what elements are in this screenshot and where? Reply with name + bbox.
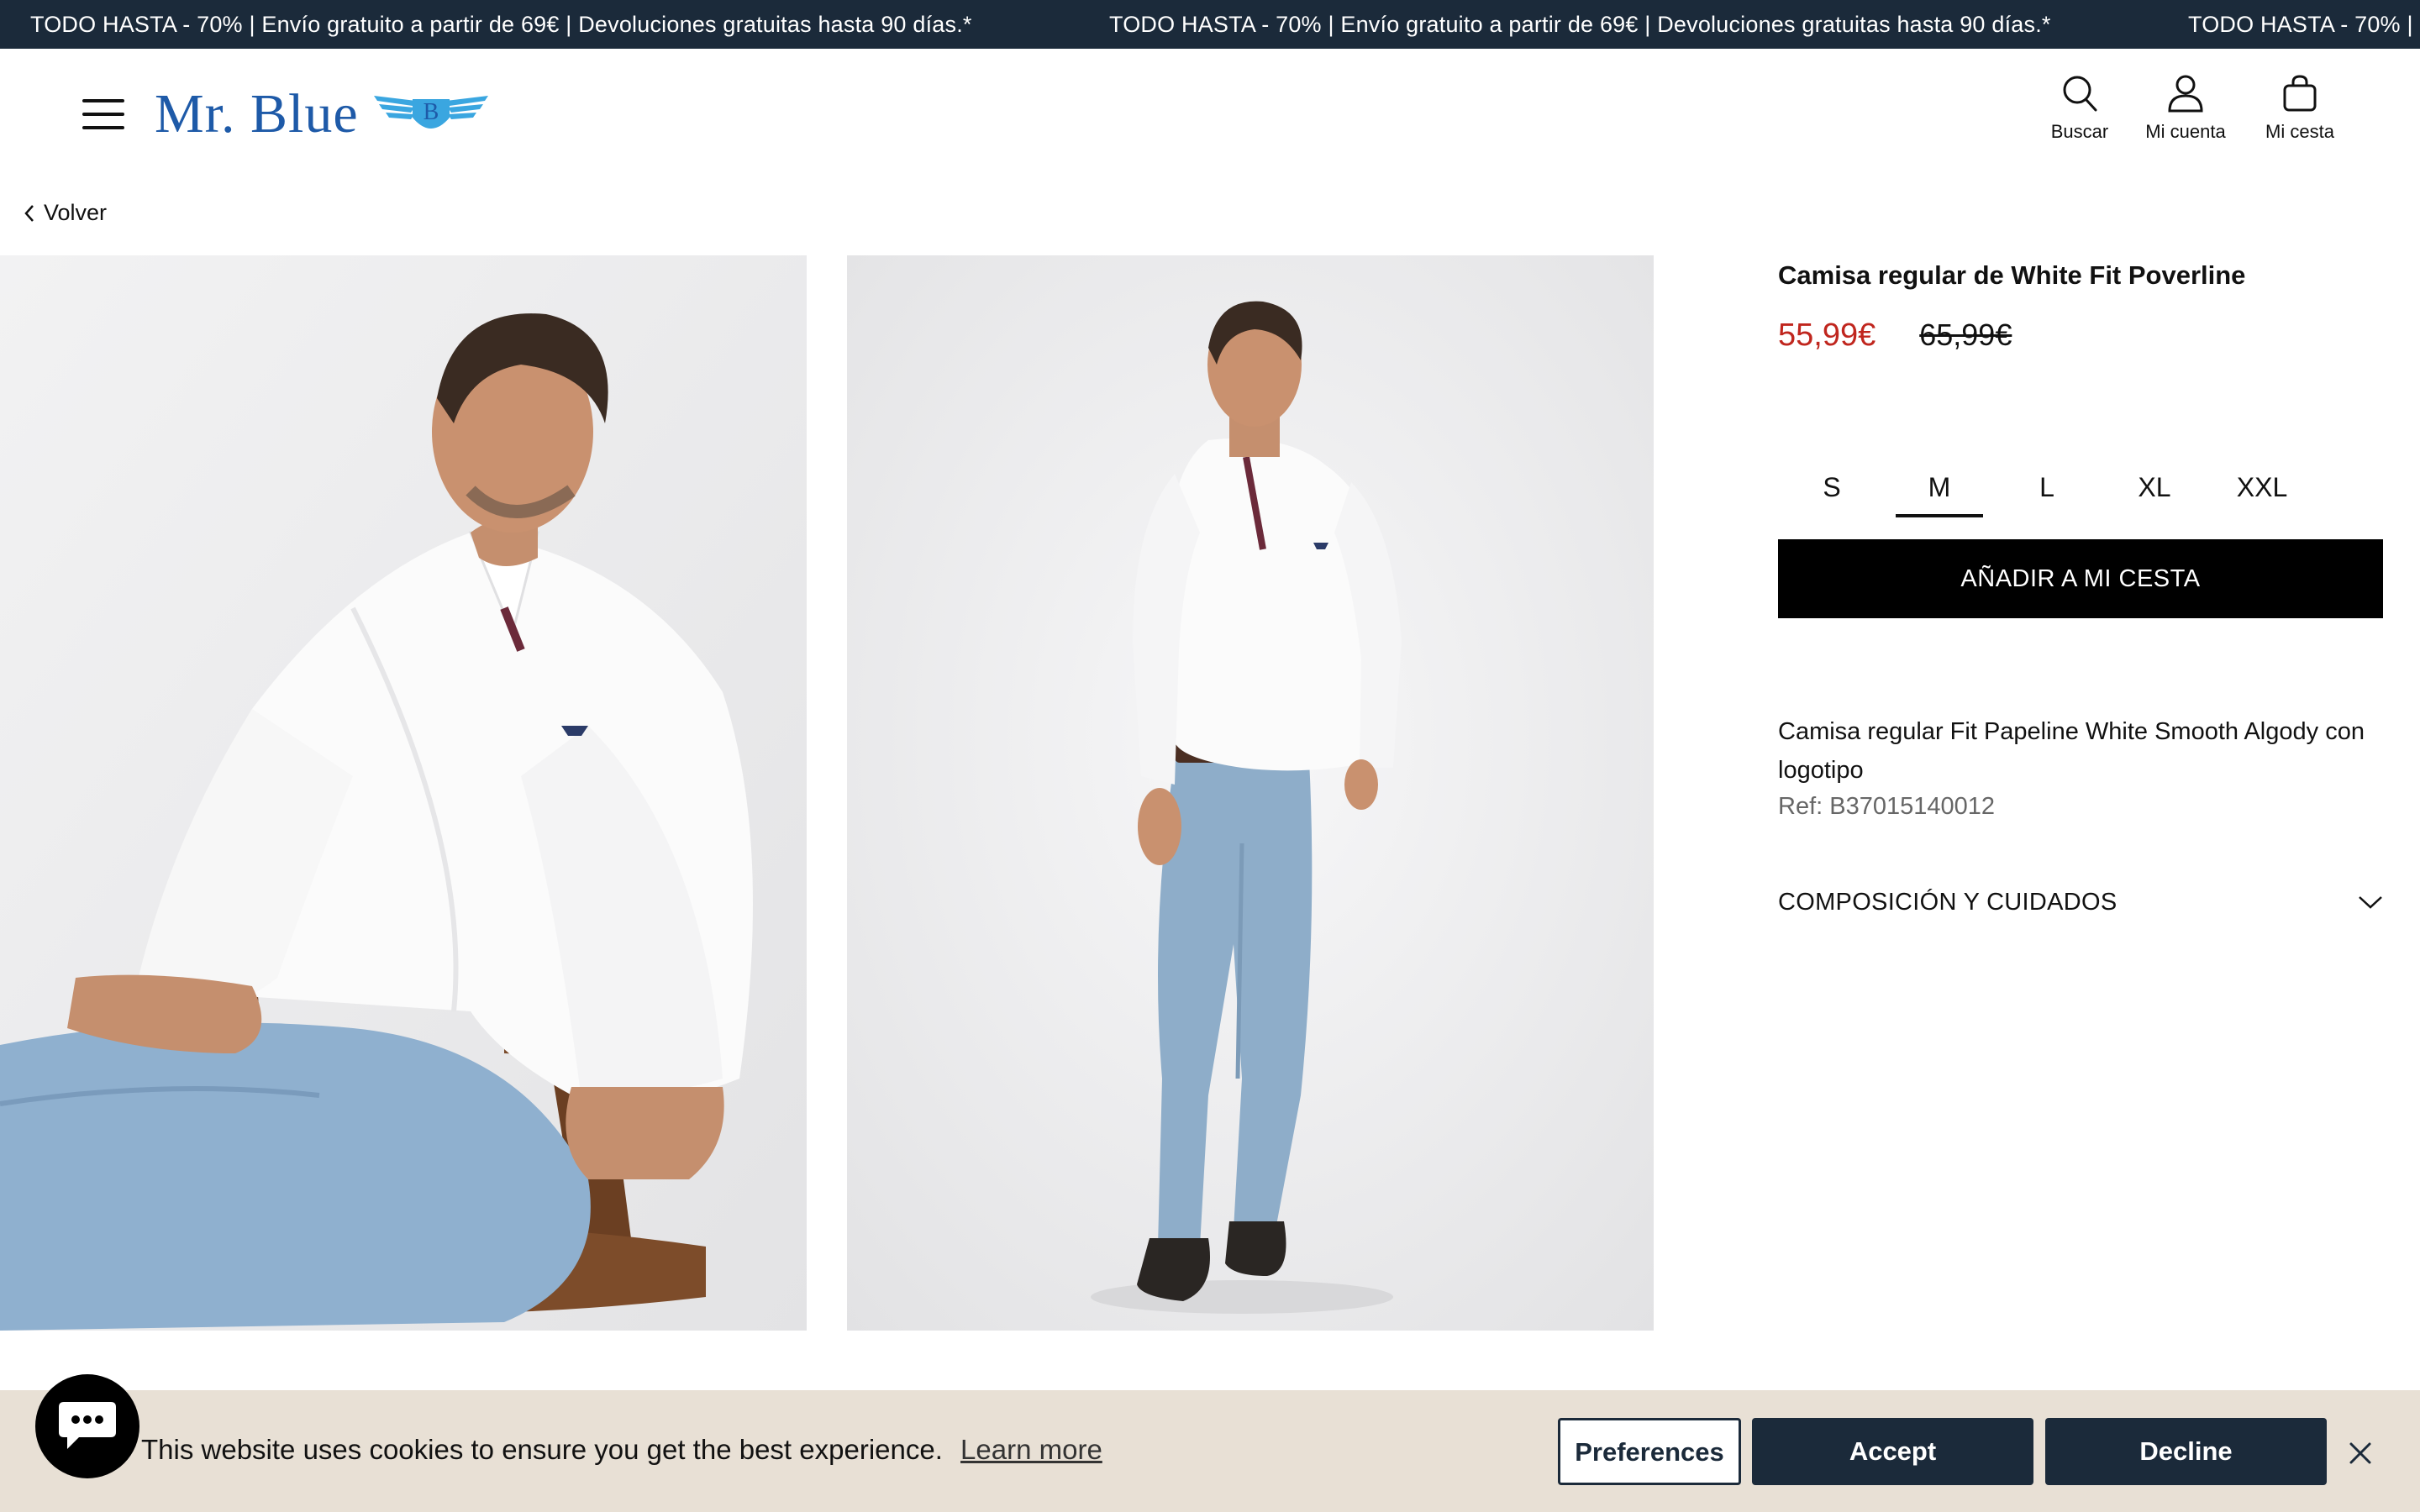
decline-button[interactable]: Decline: [2045, 1418, 2327, 1485]
cookie-text: This website uses cookies to ensure you …: [141, 1434, 943, 1465]
announcement-text: TODO HASTA - 70% | Envío gratuito a part…: [1109, 12, 2051, 37]
cookie-message: This website uses cookies to ensure you …: [141, 1434, 1102, 1466]
size-option-s[interactable]: S: [1778, 462, 1886, 517]
accept-button[interactable]: Accept: [1752, 1418, 2033, 1485]
announcement-text: TODO HASTA - 70% | E: [2188, 12, 2420, 37]
add-to-cart-button[interactable]: AÑADIR A MI CESTA: [1778, 539, 2383, 618]
learn-more-link[interactable]: Learn more: [960, 1434, 1102, 1465]
chevron-down-icon: [2359, 896, 2382, 909]
account-label: Mi cuenta: [2145, 121, 2226, 142]
cart-label: Mi cesta: [2265, 121, 2334, 142]
price-block: 55,99€ 65,99€: [1778, 318, 2383, 354]
account-button[interactable]: Mi cuenta: [2123, 74, 2249, 143]
chevron-left-icon: [24, 204, 34, 222]
original-price: 65,99€: [1919, 318, 2012, 352]
preferences-button[interactable]: Preferences: [1558, 1418, 1741, 1485]
composition-care-accordion[interactable]: COMPOSICIÓN Y CUIDADOS: [1778, 884, 2383, 921]
close-icon[interactable]: [2346, 1439, 2375, 1467]
brand-logo[interactable]: Mr. Blue B: [155, 81, 490, 148]
chat-widget-button[interactable]: [35, 1374, 139, 1478]
accordion-title: COMPOSICIÓN Y CUIDADOS: [1778, 888, 2118, 916]
winged-logo-icon: B: [373, 96, 488, 129]
cart-button[interactable]: Mi cesta: [2237, 74, 2363, 143]
announcement-text: TODO HASTA - 70% | Envío gratuito a part…: [30, 12, 972, 37]
product-photo-standing: [847, 255, 1654, 1331]
product-description: Camisa regular Fit Papeline White Smooth…: [1778, 718, 2365, 784]
logo-text: Mr. Blue: [155, 83, 359, 144]
product-image-seated[interactable]: [0, 255, 807, 1331]
cookie-banner: This website uses cookies to ensure you …: [0, 1390, 2420, 1512]
back-label: Volver: [44, 200, 108, 225]
site-header: Mr. Blue B Buscar Mi cuenta Mi cesta: [0, 49, 2420, 175]
search-icon: [2063, 76, 2097, 112]
product-title: Camisa regular de White Fit Poverline: [1778, 260, 2246, 290]
size-option-m[interactable]: M: [1886, 462, 1993, 517]
svg-text:B: B: [423, 99, 439, 125]
size-option-l[interactable]: L: [1993, 462, 2101, 517]
size-option-xl[interactable]: XL: [2101, 462, 2208, 517]
size-option-xxl[interactable]: XXL: [2208, 462, 2316, 517]
user-icon: [2168, 75, 2203, 113]
announcement-bar: TODO HASTA - 70% | Envío gratuito a part…: [0, 0, 2420, 49]
product-reference: Ref: B37015140012: [1778, 793, 1995, 820]
chat-icon: [59, 1402, 116, 1449]
menu-icon[interactable]: [82, 99, 124, 129]
bag-icon: [2283, 75, 2317, 112]
back-link[interactable]: Volver: [24, 200, 107, 226]
size-selector: S M L XL XXL: [1778, 462, 2316, 517]
sale-price: 55,99€: [1778, 318, 1876, 353]
product-photo-seated: [0, 255, 807, 1331]
product-info: Camisa regular de White Fit Poverline 55…: [1778, 260, 2383, 916]
product-image-standing[interactable]: [847, 255, 1654, 1331]
